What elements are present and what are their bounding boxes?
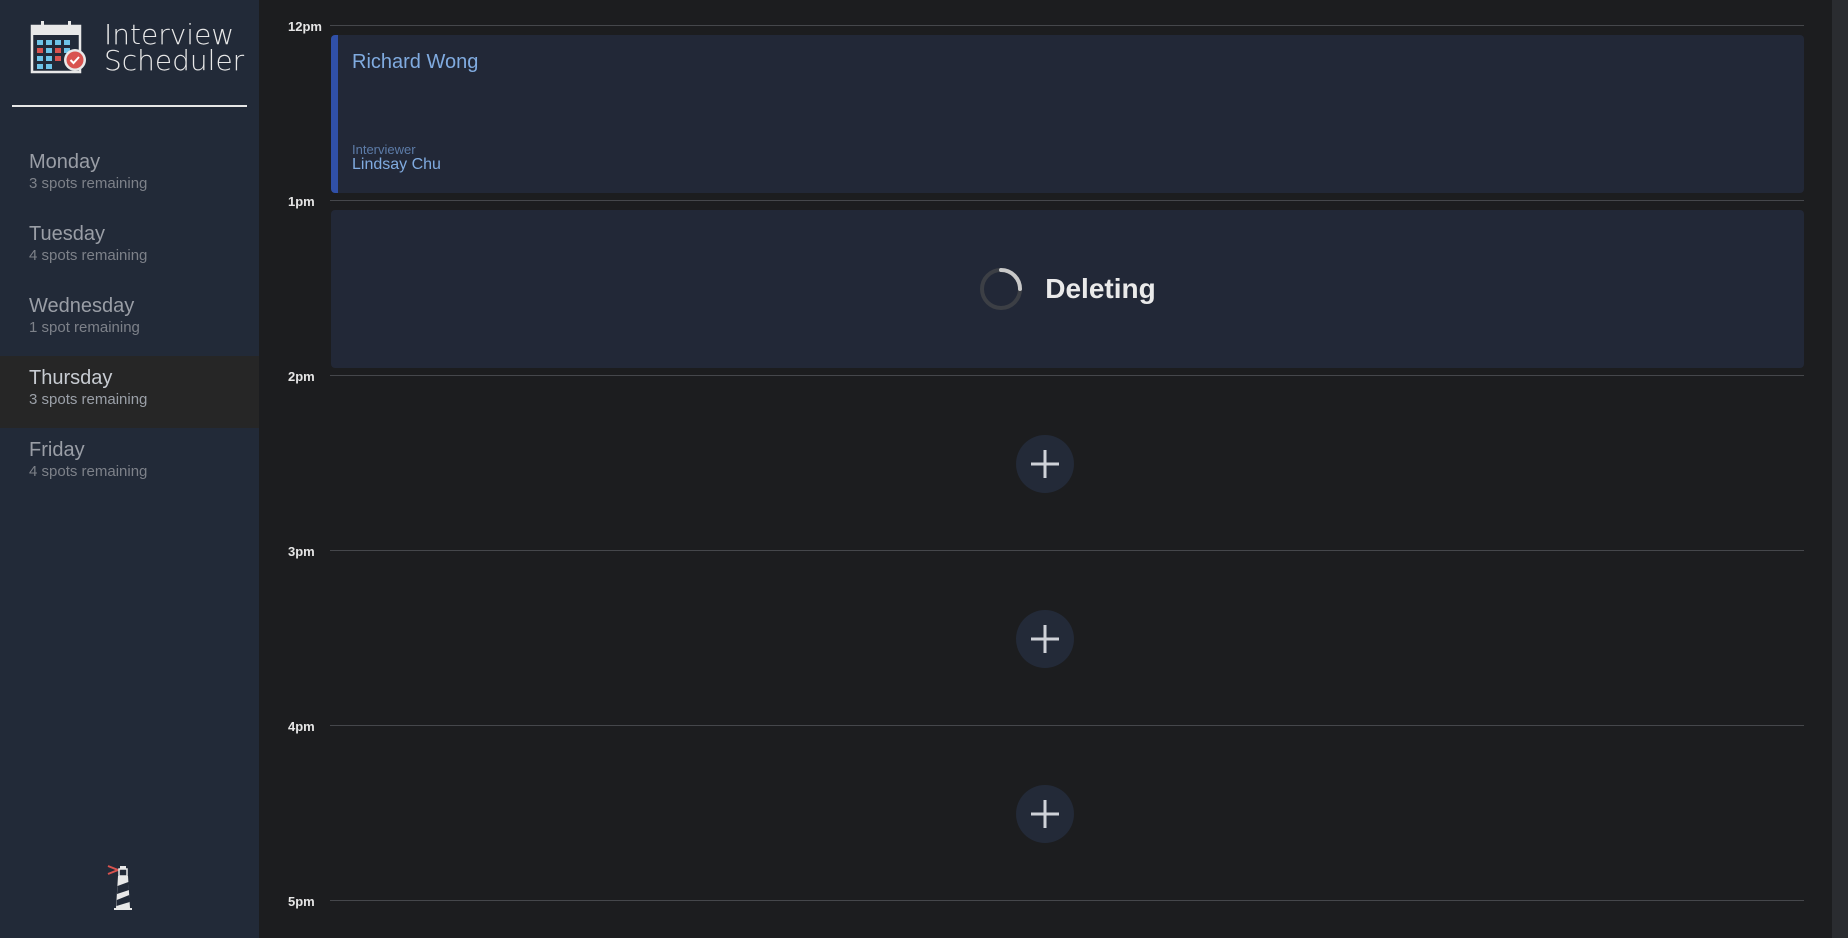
slot-separator [330, 200, 1804, 201]
appointment-slot: 3pm [259, 544, 1804, 725]
status: Deleting [331, 210, 1804, 368]
day-spots: 3 spots remaining [29, 175, 148, 192]
slot-separator [330, 550, 1804, 551]
day-item-wednesday[interactable]: Wednesday 1 spot remaining [0, 284, 259, 356]
lighthouse-icon [107, 865, 132, 910]
slot-time: 2pm [288, 369, 315, 384]
appointment-card[interactable]: Richard Wong Interviewer Lindsay Chu [331, 35, 1804, 193]
status-text: Deleting [1045, 273, 1156, 304]
schedule: 12pm Richard Wong Interviewer Lindsay Ch… [259, 0, 1832, 938]
plus-icon [1031, 450, 1059, 478]
day-item-friday[interactable]: Friday 4 spots remaining [0, 428, 259, 500]
day-name: Tuesday [29, 223, 105, 245]
slot-time: 4pm [288, 719, 315, 734]
plus-icon [1031, 800, 1059, 828]
appointment-slot: 12pm Richard Wong Interviewer Lindsay Ch… [259, 19, 1804, 200]
interviewer-label: Interviewer [352, 142, 416, 157]
scrollbar[interactable] [1832, 0, 1848, 938]
slot-separator [330, 900, 1804, 901]
slot-separator [330, 725, 1804, 726]
slot-time: 3pm [288, 544, 315, 559]
appointment-slot: 1pm Deleting [259, 194, 1804, 375]
appointment-slot: 2pm [259, 369, 1804, 550]
day-spots: 4 spots remaining [29, 463, 148, 480]
appointment-slot: 4pm [259, 719, 1804, 900]
day-spots: 1 spot remaining [29, 319, 140, 336]
slot-time: 12pm [288, 19, 322, 34]
day-name: Monday [29, 151, 101, 173]
day-item-thursday[interactable]: Thursday 3 spots remaining [0, 356, 259, 428]
app-title-line2: Scheduler [104, 44, 245, 77]
interviewer-name: Lindsay Chu [352, 156, 441, 173]
sidebar: Interview Scheduler Monday 3 spots remai… [0, 0, 259, 938]
slot-separator [330, 25, 1804, 26]
add-appointment-button[interactable] [1016, 610, 1074, 668]
calendar-icon [30, 21, 86, 74]
spinner-icon [980, 268, 1023, 310]
add-appointment-button[interactable] [1016, 435, 1074, 493]
add-appointment-button[interactable] [1016, 785, 1074, 843]
app-title: Interview Scheduler [104, 21, 245, 77]
student-name: Richard Wong [352, 51, 479, 73]
day-name: Friday [29, 439, 85, 461]
sidebar-divider [12, 105, 247, 107]
day-name: Wednesday [29, 295, 135, 317]
day-name: Thursday [29, 367, 113, 389]
status-card: Deleting [331, 210, 1804, 368]
day-spots: 4 spots remaining [29, 247, 148, 264]
day-item-monday[interactable]: Monday 3 spots remaining [0, 140, 259, 212]
day-list: Monday 3 spots remaining Tuesday 4 spots… [0, 140, 259, 500]
day-item-tuesday[interactable]: Tuesday 4 spots remaining [0, 212, 259, 284]
slot-time: 1pm [288, 194, 315, 209]
slot-separator [330, 375, 1804, 376]
day-spots: 3 spots remaining [29, 391, 148, 408]
plus-icon [1031, 625, 1059, 653]
appointment-slot-end: 5pm [259, 894, 1804, 930]
slot-time: 5pm [288, 894, 315, 909]
